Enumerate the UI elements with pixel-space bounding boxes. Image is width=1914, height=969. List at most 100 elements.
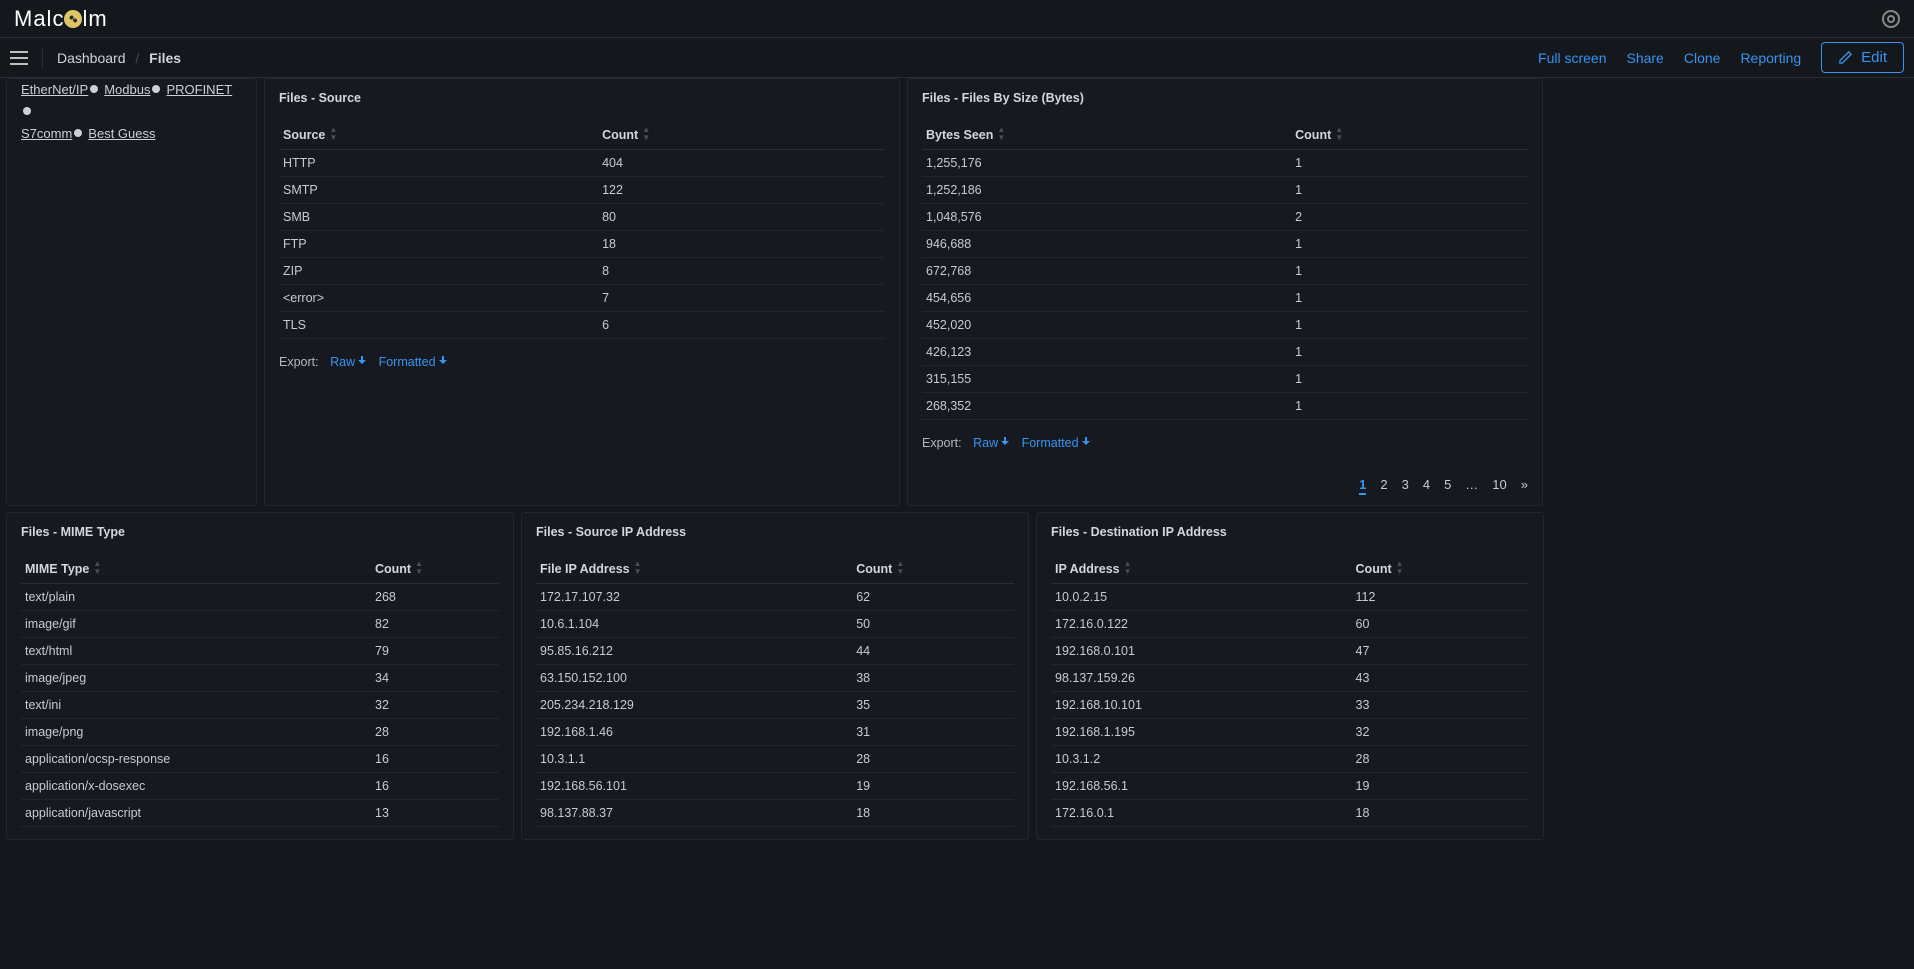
- table-row[interactable]: image/gif82: [21, 611, 499, 638]
- table-row[interactable]: application/javascript13: [21, 800, 499, 827]
- table-row[interactable]: 10.3.1.128: [536, 746, 1014, 773]
- bullet-icon: [152, 85, 160, 93]
- col-source[interactable]: Source▲▼: [279, 119, 598, 150]
- table-row[interactable]: image/png28: [21, 719, 499, 746]
- pager-item[interactable]: 10: [1492, 477, 1506, 495]
- pager-item[interactable]: 2: [1380, 477, 1387, 495]
- cell-count: 80: [598, 204, 885, 231]
- table-row[interactable]: 95.85.16.21244: [536, 638, 1014, 665]
- table-row[interactable]: application/ocsp-response16: [21, 746, 499, 773]
- table-row[interactable]: 192.168.56.10119: [536, 773, 1014, 800]
- breadcrumb-root[interactable]: Dashboard: [57, 50, 126, 66]
- table-row[interactable]: 192.168.0.10147: [1051, 638, 1529, 665]
- col-count[interactable]: Count▲▼: [852, 553, 1014, 584]
- proto-link[interactable]: S7comm: [21, 126, 72, 141]
- menu-toggle-icon[interactable]: [10, 51, 28, 65]
- table-row[interactable]: 1,048,5762: [922, 204, 1528, 231]
- cell-count: 16: [371, 773, 499, 800]
- pager-item[interactable]: 3: [1402, 477, 1409, 495]
- table-row[interactable]: 192.168.56.119: [1051, 773, 1529, 800]
- sort-icon: ▲▼: [896, 560, 904, 576]
- table-row[interactable]: 172.16.0.118: [1051, 800, 1529, 827]
- export-raw-link[interactable]: Raw: [330, 355, 367, 369]
- download-icon: [1000, 437, 1010, 447]
- fullscreen-link[interactable]: Full screen: [1538, 50, 1606, 66]
- table-row[interactable]: 192.168.1.19532: [1051, 719, 1529, 746]
- proto-link[interactable]: Modbus: [104, 82, 150, 97]
- proto-link[interactable]: EtherNet/IP: [21, 82, 88, 97]
- table-row[interactable]: <error>7: [279, 285, 885, 312]
- cell-key: text/ini: [21, 692, 371, 719]
- table-row[interactable]: 10.3.1.228: [1051, 746, 1529, 773]
- table-row[interactable]: TLS6: [279, 312, 885, 339]
- col-dstip[interactable]: IP Address▲▼: [1051, 553, 1352, 584]
- pager-item[interactable]: 5: [1444, 477, 1451, 495]
- table-row[interactable]: 452,0201: [922, 312, 1528, 339]
- export-formatted-link[interactable]: Formatted: [1022, 436, 1091, 450]
- proto-link[interactable]: Best Guess: [88, 126, 155, 141]
- cell-key: 946,688: [922, 231, 1291, 258]
- table-row[interactable]: 98.137.88.3718: [536, 800, 1014, 827]
- table-row[interactable]: application/x-dosexec16: [21, 773, 499, 800]
- table-row[interactable]: 426,1231: [922, 339, 1528, 366]
- table-row[interactable]: 192.168.1.4631: [536, 719, 1014, 746]
- sort-icon: ▲▼: [1124, 560, 1132, 576]
- table-row[interactable]: 10.6.1.10450: [536, 611, 1014, 638]
- breadcrumb: Dashboard / Files: [57, 50, 181, 66]
- table-row[interactable]: 205.234.218.12935: [536, 692, 1014, 719]
- table-row[interactable]: text/ini32: [21, 692, 499, 719]
- cell-count: 268: [371, 584, 499, 611]
- table-row[interactable]: text/html79: [21, 638, 499, 665]
- reporting-link[interactable]: Reporting: [1740, 50, 1801, 66]
- table-row[interactable]: 946,6881: [922, 231, 1528, 258]
- cell-key: application/ocsp-response: [21, 746, 371, 773]
- col-count[interactable]: Count▲▼: [371, 553, 499, 584]
- cell-count: 38: [852, 665, 1014, 692]
- col-count[interactable]: Count▲▼: [598, 119, 885, 150]
- table-row[interactable]: SMB80: [279, 204, 885, 231]
- table-row[interactable]: text/plain268: [21, 584, 499, 611]
- pager-item[interactable]: 1: [1359, 477, 1366, 495]
- col-bytes[interactable]: Bytes Seen▲▼: [922, 119, 1291, 150]
- cell-count: 13: [371, 800, 499, 827]
- table-row[interactable]: HTTP404: [279, 150, 885, 177]
- panel-title: Files - Source IP Address: [536, 525, 1014, 539]
- help-icon[interactable]: [1882, 10, 1900, 28]
- edit-button[interactable]: Edit: [1821, 42, 1904, 73]
- table-row[interactable]: 192.168.10.10133: [1051, 692, 1529, 719]
- col-srcip[interactable]: File IP Address▲▼: [536, 553, 852, 584]
- share-link[interactable]: Share: [1626, 50, 1663, 66]
- table-row[interactable]: 98.137.159.2643: [1051, 665, 1529, 692]
- pager-item[interactable]: »: [1521, 477, 1528, 495]
- table-row[interactable]: 1,255,1761: [922, 150, 1528, 177]
- col-mime[interactable]: MIME Type▲▼: [21, 553, 371, 584]
- table-row[interactable]: 63.150.152.10038: [536, 665, 1014, 692]
- export-raw-link[interactable]: Raw: [973, 436, 1010, 450]
- cell-count: 19: [852, 773, 1014, 800]
- table-row[interactable]: ZIP8: [279, 258, 885, 285]
- clone-link[interactable]: Clone: [1684, 50, 1721, 66]
- table-row[interactable]: 172.16.0.12260: [1051, 611, 1529, 638]
- app-logo[interactable]: Malclm: [14, 6, 108, 32]
- cell-count: 404: [598, 150, 885, 177]
- table-row[interactable]: 1,252,1861: [922, 177, 1528, 204]
- bullet-icon: [90, 85, 98, 93]
- col-count[interactable]: Count▲▼: [1291, 119, 1528, 150]
- table-row[interactable]: 172.17.107.3262: [536, 584, 1014, 611]
- cell-key: 10.3.1.2: [1051, 746, 1352, 773]
- table-row[interactable]: SMTP122: [279, 177, 885, 204]
- cell-count: 1: [1291, 285, 1528, 312]
- table-row[interactable]: 10.0.2.15112: [1051, 584, 1529, 611]
- cell-key: TLS: [279, 312, 598, 339]
- table-row[interactable]: FTP18: [279, 231, 885, 258]
- table-row[interactable]: 454,6561: [922, 285, 1528, 312]
- cell-count: 1: [1291, 258, 1528, 285]
- export-formatted-link[interactable]: Formatted: [379, 355, 448, 369]
- col-count[interactable]: Count▲▼: [1352, 553, 1529, 584]
- pager-item[interactable]: 4: [1423, 477, 1430, 495]
- table-row[interactable]: 672,7681: [922, 258, 1528, 285]
- table-row[interactable]: 315,1551: [922, 366, 1528, 393]
- table-row[interactable]: 268,3521: [922, 393, 1528, 420]
- table-row[interactable]: image/jpeg34: [21, 665, 499, 692]
- proto-link[interactable]: PROFINET: [166, 82, 232, 97]
